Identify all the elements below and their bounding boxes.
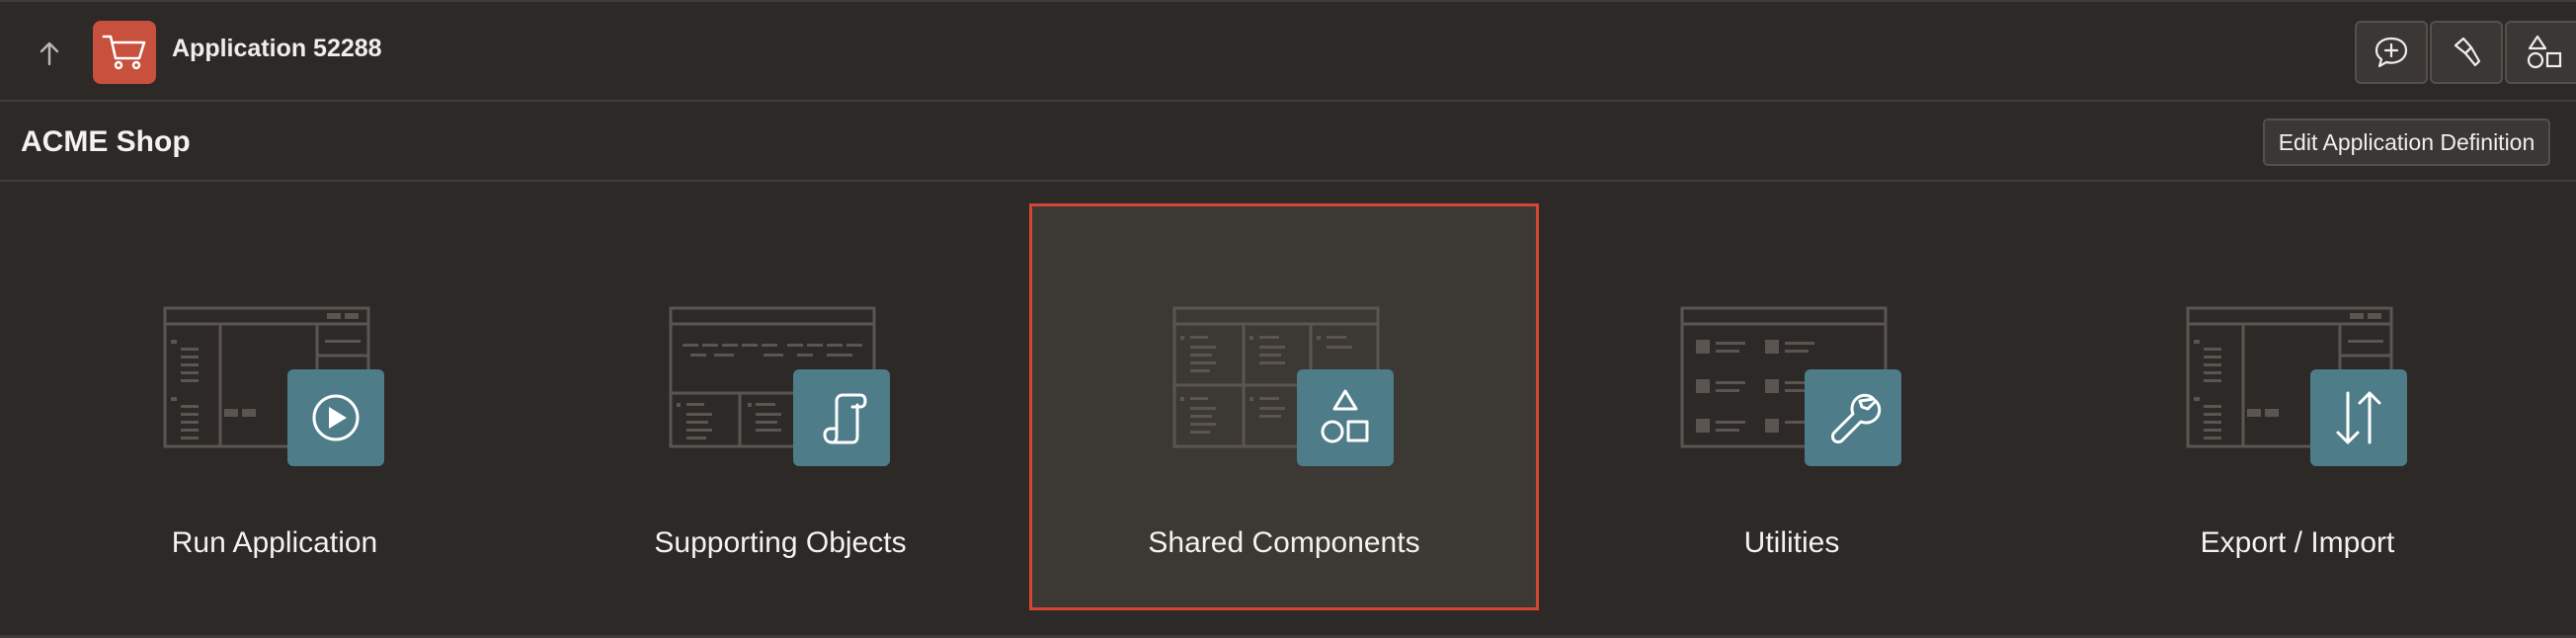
page-preview-graphic xyxy=(1172,306,1394,466)
shapes-icon xyxy=(2527,35,2562,69)
page-preview-graphic xyxy=(2186,306,2407,466)
debug-button[interactable] xyxy=(2430,21,2503,84)
shopping-cart-icon xyxy=(102,35,146,70)
app-icon xyxy=(93,21,156,84)
page-title: ACME Shop xyxy=(21,125,191,158)
tile-label: Supporting Objects xyxy=(654,526,907,559)
tile-supporting-objects[interactable]: Supporting Objects xyxy=(525,203,1035,610)
app-title: Application 52288 xyxy=(172,35,382,62)
edit-application-definition-button[interactable]: Edit Application Definition xyxy=(2263,119,2550,166)
tile-shared-components[interactable]: Shared Components xyxy=(1029,203,1539,610)
tile-label: Run Application xyxy=(171,526,378,559)
shared-components-button[interactable] xyxy=(2505,21,2576,84)
tile-label: Utilities xyxy=(1743,526,1840,559)
flashlight-icon xyxy=(2454,37,2481,67)
feedback-button[interactable] xyxy=(2355,21,2428,84)
tile-label: Export / Import xyxy=(2200,526,2395,559)
top-bar: Application 52288 xyxy=(0,2,2576,102)
navigate-up-button[interactable] xyxy=(28,32,71,75)
chat-plus-icon xyxy=(2375,37,2408,68)
tile-utilities[interactable]: Utilities xyxy=(1537,203,2047,610)
page-preview-graphic xyxy=(163,306,384,466)
arrow-up-icon xyxy=(40,41,59,66)
region-header: ACME Shop Edit Application Definition xyxy=(0,104,2576,182)
page-preview-graphic xyxy=(1680,306,1901,466)
tile-run-application[interactable]: Run Application xyxy=(20,203,529,610)
tile-export-import[interactable]: Export / Import xyxy=(2043,203,2552,610)
tile-label: Shared Components xyxy=(1148,526,1420,559)
app-builder-home: Application 52288 ACME Shop Edit Applica… xyxy=(0,0,2576,638)
page-preview-graphic xyxy=(669,306,890,466)
